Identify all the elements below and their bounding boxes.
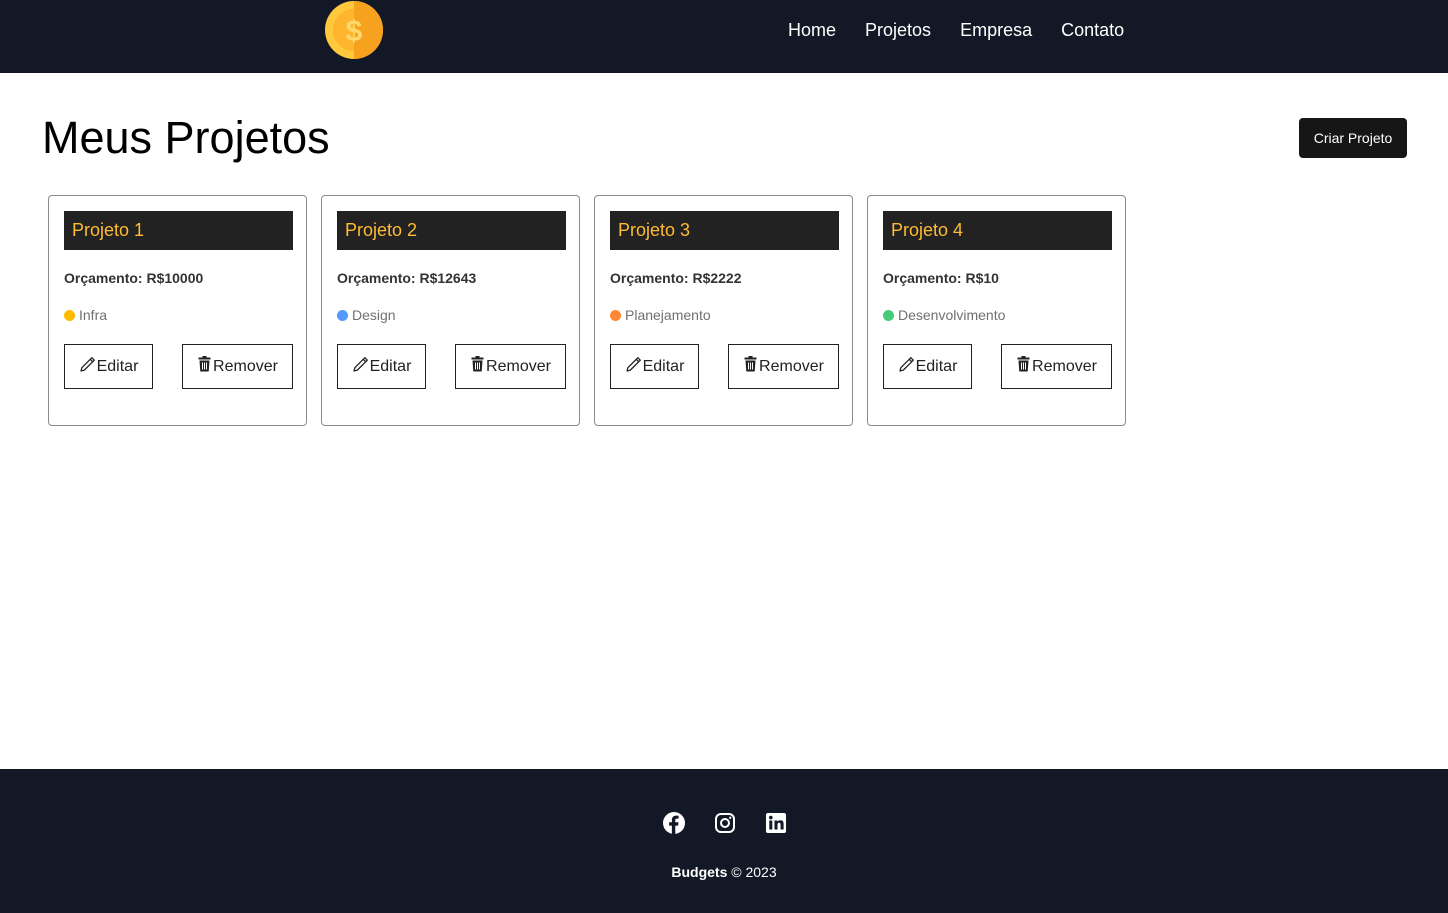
nav-link-projetos[interactable]: Projetos	[865, 19, 931, 41]
category-label: Infra	[79, 307, 108, 323]
project-category: Design	[337, 307, 396, 323]
project-budget: Orçamento: R$10000	[64, 270, 204, 286]
category-dot-icon	[883, 309, 894, 321]
project-title: Projeto 1	[64, 211, 293, 250]
trash-icon	[1016, 356, 1032, 377]
remove-button[interactable]: Remover	[728, 344, 839, 389]
nav-link-contato[interactable]: Contato	[1061, 19, 1124, 41]
trash-icon	[197, 356, 213, 377]
project-title: Projeto 4	[883, 211, 1112, 250]
edit-label: Editar	[369, 357, 412, 375]
project-budget: Orçamento: R$10	[883, 270, 999, 286]
remove-button[interactable]: Remover	[455, 344, 566, 389]
project-category: Infra	[64, 307, 107, 323]
pencil-icon	[898, 356, 916, 378]
project-card: Projeto 2 Orçamento: R$12643 Design Edit…	[321, 195, 580, 426]
edit-label: Editar	[96, 357, 139, 375]
category-dot-icon	[64, 309, 75, 321]
remove-label: Remover	[213, 357, 278, 375]
footer: Budgets © 2023	[0, 769, 1448, 913]
project-budget: Orçamento: R$2222	[610, 270, 742, 286]
pencil-icon	[79, 356, 97, 378]
project-card: Projeto 3 Orçamento: R$2222 Planejamento…	[594, 195, 853, 426]
category-dot-icon	[337, 309, 348, 321]
remove-label: Remover	[1032, 357, 1097, 375]
pencil-icon	[625, 356, 643, 378]
facebook-icon[interactable]	[662, 811, 686, 835]
svg-text:$: $	[346, 15, 363, 48]
navbar: $ Home Projetos Empresa Contato	[0, 0, 1448, 73]
linkedin-icon[interactable]	[764, 811, 788, 835]
edit-label: Editar	[642, 357, 685, 375]
project-card: Projeto 1 Orçamento: R$10000 Infra Edita…	[48, 195, 307, 426]
remove-label: Remover	[759, 357, 824, 375]
category-dot-icon	[610, 309, 621, 321]
create-project-button[interactable]: Criar Projeto	[1299, 118, 1407, 158]
nav-links: Home Projetos Empresa Contato	[788, 19, 1153, 41]
instagram-icon[interactable]	[713, 811, 737, 835]
project-budget: Orçamento: R$12643	[337, 270, 477, 286]
nav-link-home[interactable]: Home	[788, 19, 836, 41]
project-card: Projeto 4 Orçamento: R$10 Desenvolviment…	[867, 195, 1126, 426]
page-title: Meus Projetos	[42, 112, 330, 163]
category-label: Planejamento	[625, 307, 711, 323]
project-category: Desenvolvimento	[883, 307, 1005, 323]
edit-button[interactable]: Editar	[610, 344, 699, 389]
edit-button[interactable]: Editar	[337, 344, 426, 389]
remove-button[interactable]: Remover	[182, 344, 293, 389]
social-links	[662, 811, 815, 835]
project-title: Projeto 2	[337, 211, 566, 250]
edit-button[interactable]: Editar	[883, 344, 972, 389]
remove-button[interactable]: Remover	[1001, 344, 1112, 389]
project-title: Projeto 3	[610, 211, 839, 250]
coin-logo-icon[interactable]: $	[325, 1, 383, 59]
category-label: Design	[352, 307, 396, 323]
trash-icon	[470, 356, 486, 377]
pencil-icon	[352, 356, 370, 378]
nav-link-empresa[interactable]: Empresa	[960, 19, 1032, 41]
edit-label: Editar	[915, 357, 958, 375]
project-category: Planejamento	[610, 307, 711, 323]
category-label: Desenvolvimento	[898, 307, 1006, 323]
copyright: Budgets © 2023	[0, 864, 1448, 880]
copyright-year: © 2023	[731, 864, 777, 880]
brand-name: Budgets	[671, 864, 728, 880]
remove-label: Remover	[486, 357, 551, 375]
trash-icon	[743, 356, 759, 377]
edit-button[interactable]: Editar	[64, 344, 153, 389]
